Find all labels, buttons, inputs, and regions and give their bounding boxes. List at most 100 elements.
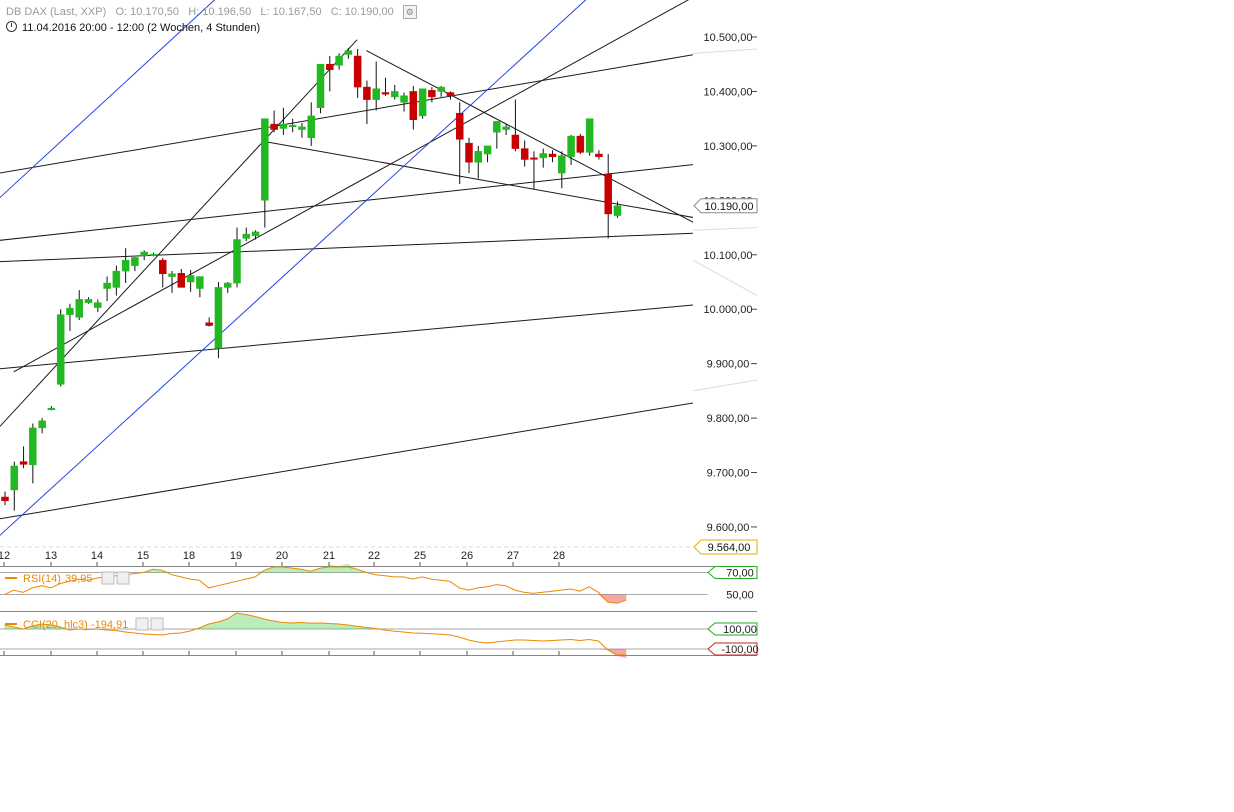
candle-body (530, 157, 538, 160)
chart-canvas: 10.500,0010.400,0010.300,0010.200,0010.1… (0, 0, 759, 658)
candle-body (159, 259, 167, 275)
settings-icon[interactable] (101, 571, 115, 585)
candle-body (493, 121, 501, 133)
faint-guide-line (692, 259, 758, 297)
date-tick-label: 21 (323, 550, 335, 562)
candle-body (567, 135, 575, 158)
low-marker-label: 9.564,00 (708, 542, 751, 554)
candle-body (400, 95, 408, 103)
date-tick-label: 18 (183, 550, 195, 562)
level-label: 70,00 (726, 568, 754, 580)
price-tick-label: 10.000,00 (704, 304, 753, 316)
price-tick-label: 9.900,00 (707, 359, 750, 371)
candle-body (474, 151, 483, 163)
candle-body (604, 173, 612, 215)
candle-body (149, 253, 158, 256)
candle-body (103, 282, 111, 289)
settings-icon[interactable]: ⚙ (402, 5, 417, 19)
candle-body (335, 55, 343, 66)
date-tick-label: 13 (45, 550, 57, 562)
price-tick-label: 10.300,00 (704, 141, 753, 153)
price-tick-label: 10.100,00 (704, 250, 753, 262)
candle-body (520, 148, 529, 160)
price-tick-label: 10.400,00 (704, 86, 753, 98)
indicator-value: 39,95 (65, 573, 93, 585)
candle-body (363, 86, 371, 100)
date-tick-label: 26 (461, 550, 473, 562)
date-tick-label: 14 (91, 550, 103, 562)
date-tick-label: 28 (553, 550, 565, 562)
candle-body (372, 88, 380, 100)
trendline (0, 0, 216, 199)
candle-body (140, 251, 148, 257)
faint-guide-line (692, 227, 758, 231)
candle-body (233, 239, 241, 284)
date-tick-label: 12 (0, 550, 10, 562)
candle-body (437, 86, 445, 92)
candle-body (307, 115, 315, 138)
candle-body (242, 233, 251, 239)
overbought-fill (310, 623, 321, 629)
candle-body (223, 282, 232, 288)
indicator-value: -194,91 (91, 619, 128, 631)
trendline (0, 402, 693, 520)
price-tick-label: 9.700,00 (707, 468, 750, 480)
candle-body (326, 63, 334, 70)
candle-body (576, 135, 585, 153)
candle-body (585, 118, 594, 153)
candle-body (288, 124, 297, 128)
date-tick-label: 22 (368, 550, 380, 562)
candle-body (121, 259, 130, 272)
candle-body (298, 126, 306, 130)
candle-body (66, 307, 74, 315)
candle-body (511, 134, 520, 149)
close-icon[interactable] (150, 617, 164, 631)
cci-panel[interactable]: 100,00 -100,00 CCI(20, hlc3) -194,91 (0, 612, 759, 658)
level-label: 100,00 (723, 624, 757, 636)
candle-body (84, 299, 93, 303)
date-tick-label: 27 (507, 550, 519, 562)
candle-body (539, 153, 547, 159)
candle-body (205, 322, 213, 326)
instrument-name: DB DAX (Last, XXP) (6, 5, 107, 18)
trendline (366, 50, 693, 223)
trendline (0, 304, 693, 370)
overbought-fill (329, 564, 339, 573)
price-tick-label: 10.500,00 (704, 32, 753, 44)
candle-body (428, 90, 436, 98)
time-axis: 12 13 14 15 18 19 20 21 22 25 26 27 28 (0, 550, 757, 655)
candle-body (483, 145, 492, 155)
candle-body (465, 142, 473, 163)
candle-body (558, 155, 566, 174)
candle-body (595, 153, 603, 158)
settings-icon[interactable] (135, 617, 149, 631)
overbought-fill (320, 564, 330, 573)
indicator-name: RSI(14) (23, 573, 61, 585)
price-tick-label: 9.600,00 (707, 522, 750, 534)
open-value: O: 10.170,50 (115, 5, 180, 18)
candle-body (409, 91, 418, 120)
candle-body (112, 270, 121, 288)
candle-body (270, 123, 278, 130)
candle-body (316, 63, 325, 109)
candle-body (502, 126, 510, 130)
date-tick-label: 15 (137, 550, 149, 562)
high-value: H: 10.196,50 (188, 5, 252, 18)
candle-body (1, 496, 9, 502)
candle-body (131, 257, 139, 266)
candle-body (446, 92, 455, 97)
candle-body (75, 299, 83, 318)
faint-guide-line (692, 379, 758, 392)
date-tick-label: 25 (414, 550, 426, 562)
candle-body (177, 273, 186, 288)
overbought-fill (282, 622, 293, 629)
rsi-panel[interactable]: 70,00 50,00 RSI(14) 39,95 (0, 563, 758, 612)
price-axis: 10.500,0010.400,0010.300,0010.200,0010.1… (0, 32, 758, 555)
oversold-fill (616, 649, 627, 658)
candle-body (391, 91, 399, 98)
candles[interactable] (1, 47, 622, 511)
candle-body (94, 302, 102, 308)
clock-icon (6, 21, 17, 32)
close-icon[interactable] (116, 571, 130, 585)
trendline (0, 232, 693, 263)
